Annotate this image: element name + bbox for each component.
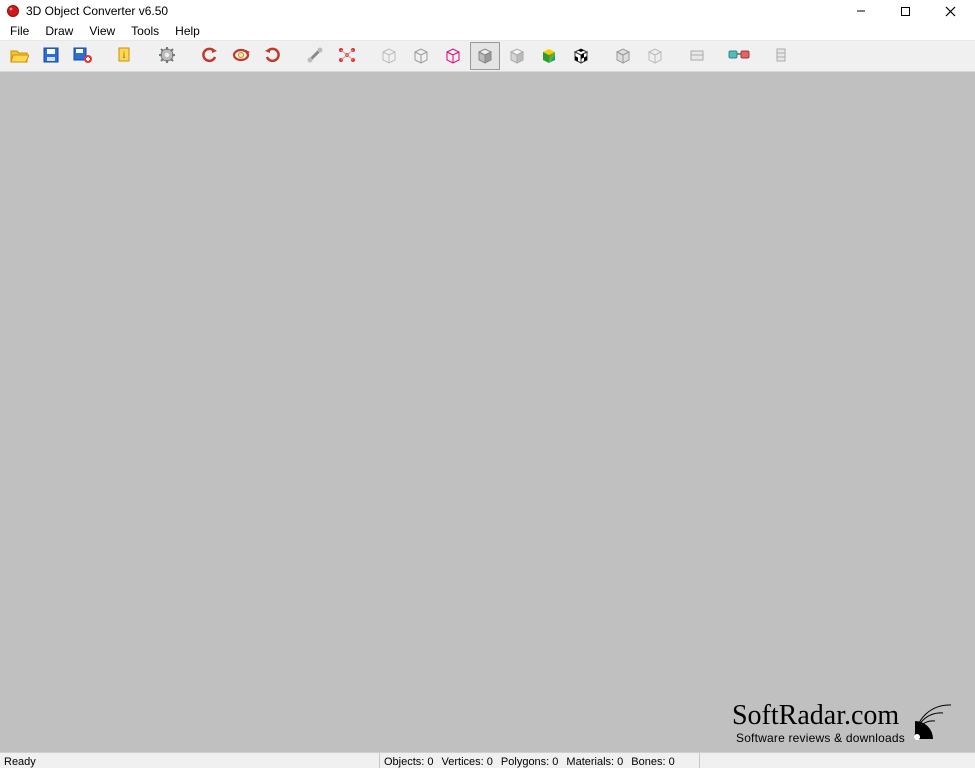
menu-help[interactable]: Help: [169, 23, 206, 39]
close-button[interactable]: [928, 0, 973, 22]
wire-1-icon: [379, 45, 399, 68]
wireframe-1-button[interactable]: [374, 42, 404, 70]
status-bones-label: Bones:: [631, 756, 665, 768]
cube-b-button[interactable]: [640, 42, 670, 70]
color-cube-icon: [539, 45, 559, 68]
toolbar-separator: [102, 45, 108, 67]
status-objects-label: Objects:: [384, 756, 424, 768]
status-objects-value: 0: [427, 756, 433, 768]
rotate-left-button[interactable]: [194, 42, 224, 70]
rotate-right-icon: [264, 46, 282, 67]
checker-cube-icon: [571, 45, 591, 68]
info-button[interactable]: i: [110, 42, 140, 70]
wire-3-icon: [443, 45, 463, 68]
misc-1-icon: [688, 46, 706, 67]
status-ready-text: Ready: [4, 756, 36, 768]
toolbar-separator: [186, 45, 192, 67]
toolbar-separator: [758, 45, 764, 67]
maximize-button[interactable]: [883, 0, 928, 22]
toolbar-separator: [144, 45, 150, 67]
settings-button[interactable]: [152, 42, 182, 70]
open-button[interactable]: [4, 42, 34, 70]
minimize-button[interactable]: [838, 0, 883, 22]
rotate-left-icon: [200, 46, 218, 67]
menu-tools[interactable]: Tools: [125, 23, 165, 39]
tool-a-button[interactable]: [300, 42, 330, 70]
status-polygons-value: 0: [552, 756, 558, 768]
wireframe-3-button[interactable]: [438, 42, 468, 70]
open-icon: [9, 46, 29, 67]
watermark-subtitle: Software reviews & downloads: [732, 732, 905, 744]
save-as-button[interactable]: [68, 42, 98, 70]
wireframe-2-button[interactable]: [406, 42, 436, 70]
save-icon: [42, 46, 60, 67]
app-icon: [6, 4, 20, 18]
status-bar: Ready Objects: 0 Vertices: 0 Polygons: 0…: [0, 752, 975, 768]
save-as-icon: [73, 46, 93, 67]
shaded-1-icon: [475, 45, 495, 68]
settings-icon: [158, 46, 176, 67]
wire-2-icon: [411, 45, 431, 68]
toolbar-separator: [600, 45, 606, 67]
misc-1-button[interactable]: [682, 42, 712, 70]
status-polygons-label: Polygons:: [501, 756, 549, 768]
toolbar: i: [0, 40, 975, 72]
info-icon: i: [116, 46, 134, 67]
status-ready: Ready: [0, 753, 380, 768]
menu-view[interactable]: View: [83, 23, 121, 39]
rotate-right-button[interactable]: [258, 42, 288, 70]
shaded-2-button[interactable]: [502, 42, 532, 70]
stereo-button[interactable]: [724, 42, 754, 70]
cube-b-icon: [645, 45, 665, 68]
watermark-title: SoftRadar.com: [732, 702, 905, 730]
status-counts: Objects: 0 Vertices: 0 Polygons: 0 Mater…: [380, 753, 700, 768]
window-controls: [838, 0, 973, 22]
shaded-1-button[interactable]: [470, 42, 500, 70]
status-spacer: [700, 753, 975, 768]
cube-a-button[interactable]: [608, 42, 638, 70]
watermark: SoftRadar.com Software reviews & downloa…: [732, 699, 955, 746]
save-button[interactable]: [36, 42, 66, 70]
rotate-button[interactable]: [226, 42, 256, 70]
status-materials-label: Materials:: [566, 756, 614, 768]
status-vertices-label: Vertices:: [442, 756, 484, 768]
tool-b-icon: [337, 46, 357, 67]
color-cube-button[interactable]: [534, 42, 564, 70]
menu-file[interactable]: File: [4, 23, 35, 39]
toolbar-separator: [292, 45, 298, 67]
rotate-icon: [231, 46, 251, 67]
viewport[interactable]: SoftRadar.com Software reviews & downloa…: [0, 72, 975, 752]
menu-draw[interactable]: Draw: [39, 23, 79, 39]
toolbar-separator: [366, 45, 372, 67]
misc-2-icon: [773, 46, 789, 67]
tool-b-button[interactable]: [332, 42, 362, 70]
title-bar: 3D Object Converter v6.50: [0, 0, 975, 22]
status-vertices-value: 0: [487, 756, 493, 768]
glasses-icon: [728, 48, 750, 65]
status-materials-value: 0: [617, 756, 623, 768]
tool-a-icon: [306, 46, 324, 67]
toolbar-separator: [674, 45, 680, 67]
menu-bar: File Draw View Tools Help: [0, 22, 975, 40]
checker-cube-button[interactable]: [566, 42, 596, 70]
status-bones-value: 0: [669, 756, 675, 768]
misc-2-button[interactable]: [766, 42, 796, 70]
window-title: 3D Object Converter v6.50: [26, 4, 168, 18]
shaded-2-icon: [507, 45, 527, 68]
radar-icon: [911, 699, 955, 746]
toolbar-separator: [716, 45, 722, 67]
cube-a-icon: [613, 45, 633, 68]
